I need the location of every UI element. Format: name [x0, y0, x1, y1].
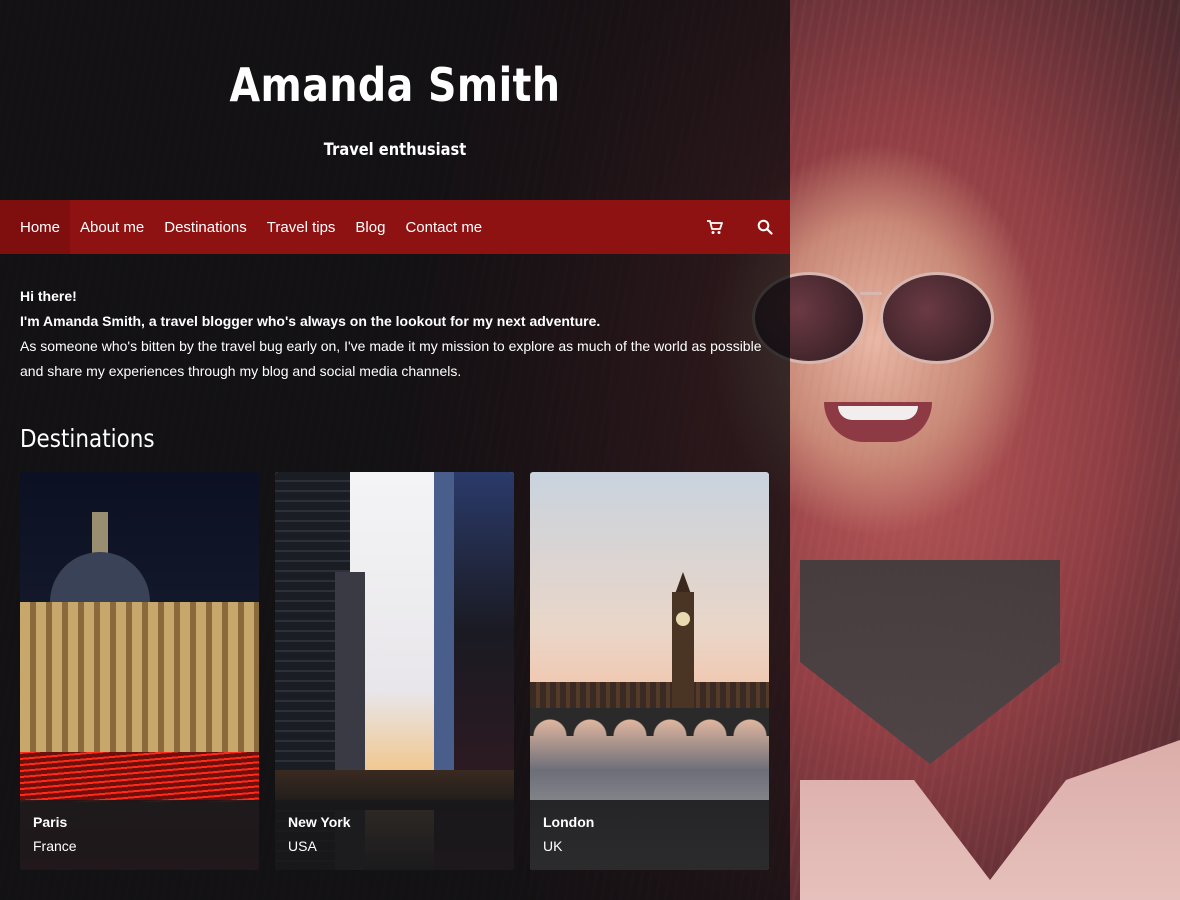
big-ben-tower [672, 592, 694, 712]
tower-spire [675, 572, 691, 594]
card-city: New York [288, 814, 351, 830]
sunglasses-bridge [860, 292, 882, 295]
cart-icon [707, 220, 723, 234]
card-caption: New York USA [275, 800, 514, 870]
main-navigation: Home About me Destinations Travel tips B… [0, 200, 790, 254]
site-tagline: Travel enthusiast [323, 140, 467, 160]
pink-shirt [800, 740, 1180, 900]
card-city: London [543, 814, 595, 830]
destination-card-paris[interactable]: Paris France [20, 472, 259, 870]
nav-item-about-me[interactable]: About me [70, 200, 154, 254]
institut-facade [20, 602, 259, 752]
destination-cards: Paris France New York USA London UK [20, 472, 769, 870]
search-icon [757, 219, 773, 235]
site-title: Amanda Smith [229, 58, 561, 112]
nav-item-home[interactable]: Home [0, 200, 71, 254]
nav-item-travel-tips[interactable]: Travel tips [257, 200, 346, 254]
nav-item-contact-me[interactable]: Contact me [395, 200, 492, 254]
intro-headline: I'm Amanda Smith, a travel blogger who's… [20, 313, 601, 329]
intro-text: Hi there! I'm Amanda Smith, a travel blo… [20, 284, 780, 384]
sunglasses-right-lens [880, 272, 994, 364]
card-country: UK [543, 838, 563, 854]
card-caption: London UK [530, 800, 769, 870]
dome-lantern [92, 512, 108, 554]
cart-button[interactable] [690, 200, 740, 254]
destination-card-new-york[interactable]: New York USA [275, 472, 514, 870]
card-caption: Paris France [20, 800, 259, 870]
intro-greeting: Hi there! [20, 288, 77, 304]
hero-header: Amanda Smith Travel enthusiast [0, 0, 790, 160]
nav-item-destinations[interactable]: Destinations [154, 200, 257, 254]
card-city: Paris [33, 814, 68, 830]
westminster-bridge [530, 708, 769, 736]
clock-face [676, 612, 690, 626]
destination-card-london[interactable]: London UK [530, 472, 769, 870]
teeth [838, 406, 918, 420]
card-country: France [33, 838, 77, 854]
search-button[interactable] [740, 200, 790, 254]
card-country: USA [288, 838, 317, 854]
destinations-heading: Destinations [20, 424, 155, 453]
light-trails [20, 752, 259, 802]
right-tower [434, 472, 454, 772]
intro-body: As someone who's bitten by the travel bu… [20, 338, 762, 379]
nav-item-blog[interactable]: Blog [345, 200, 395, 254]
content-panel: Amanda Smith Travel enthusiast Home Abou… [0, 0, 790, 900]
institut-dome [50, 552, 150, 602]
